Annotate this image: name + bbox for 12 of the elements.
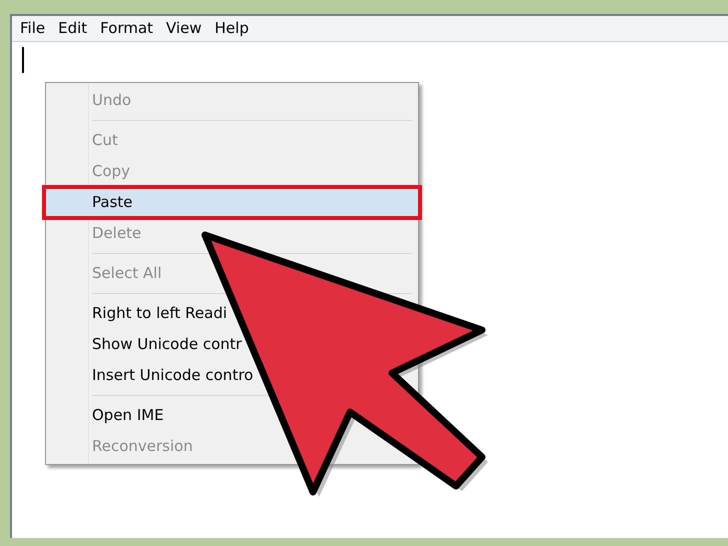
menu-option[interactable]: Insert Unicode contro xyxy=(92,364,254,387)
menu-option[interactable]: Paste xyxy=(92,191,132,214)
menu-item[interactable]: Help xyxy=(214,17,249,40)
menu-option[interactable]: Show Unicode contr xyxy=(92,333,242,356)
menu-item[interactable]: Format xyxy=(100,17,154,40)
text-cursor xyxy=(22,47,24,73)
highlighted-menu-row[interactable]: Paste xyxy=(44,187,420,218)
menu-option[interactable]: Open IME xyxy=(92,404,164,427)
menu-item[interactable]: File xyxy=(20,17,46,40)
menu-item[interactable]: View xyxy=(166,17,202,40)
menu-option[interactable]: Right to left Readi xyxy=(92,302,228,325)
menu-item[interactable]: Edit xyxy=(58,17,88,40)
